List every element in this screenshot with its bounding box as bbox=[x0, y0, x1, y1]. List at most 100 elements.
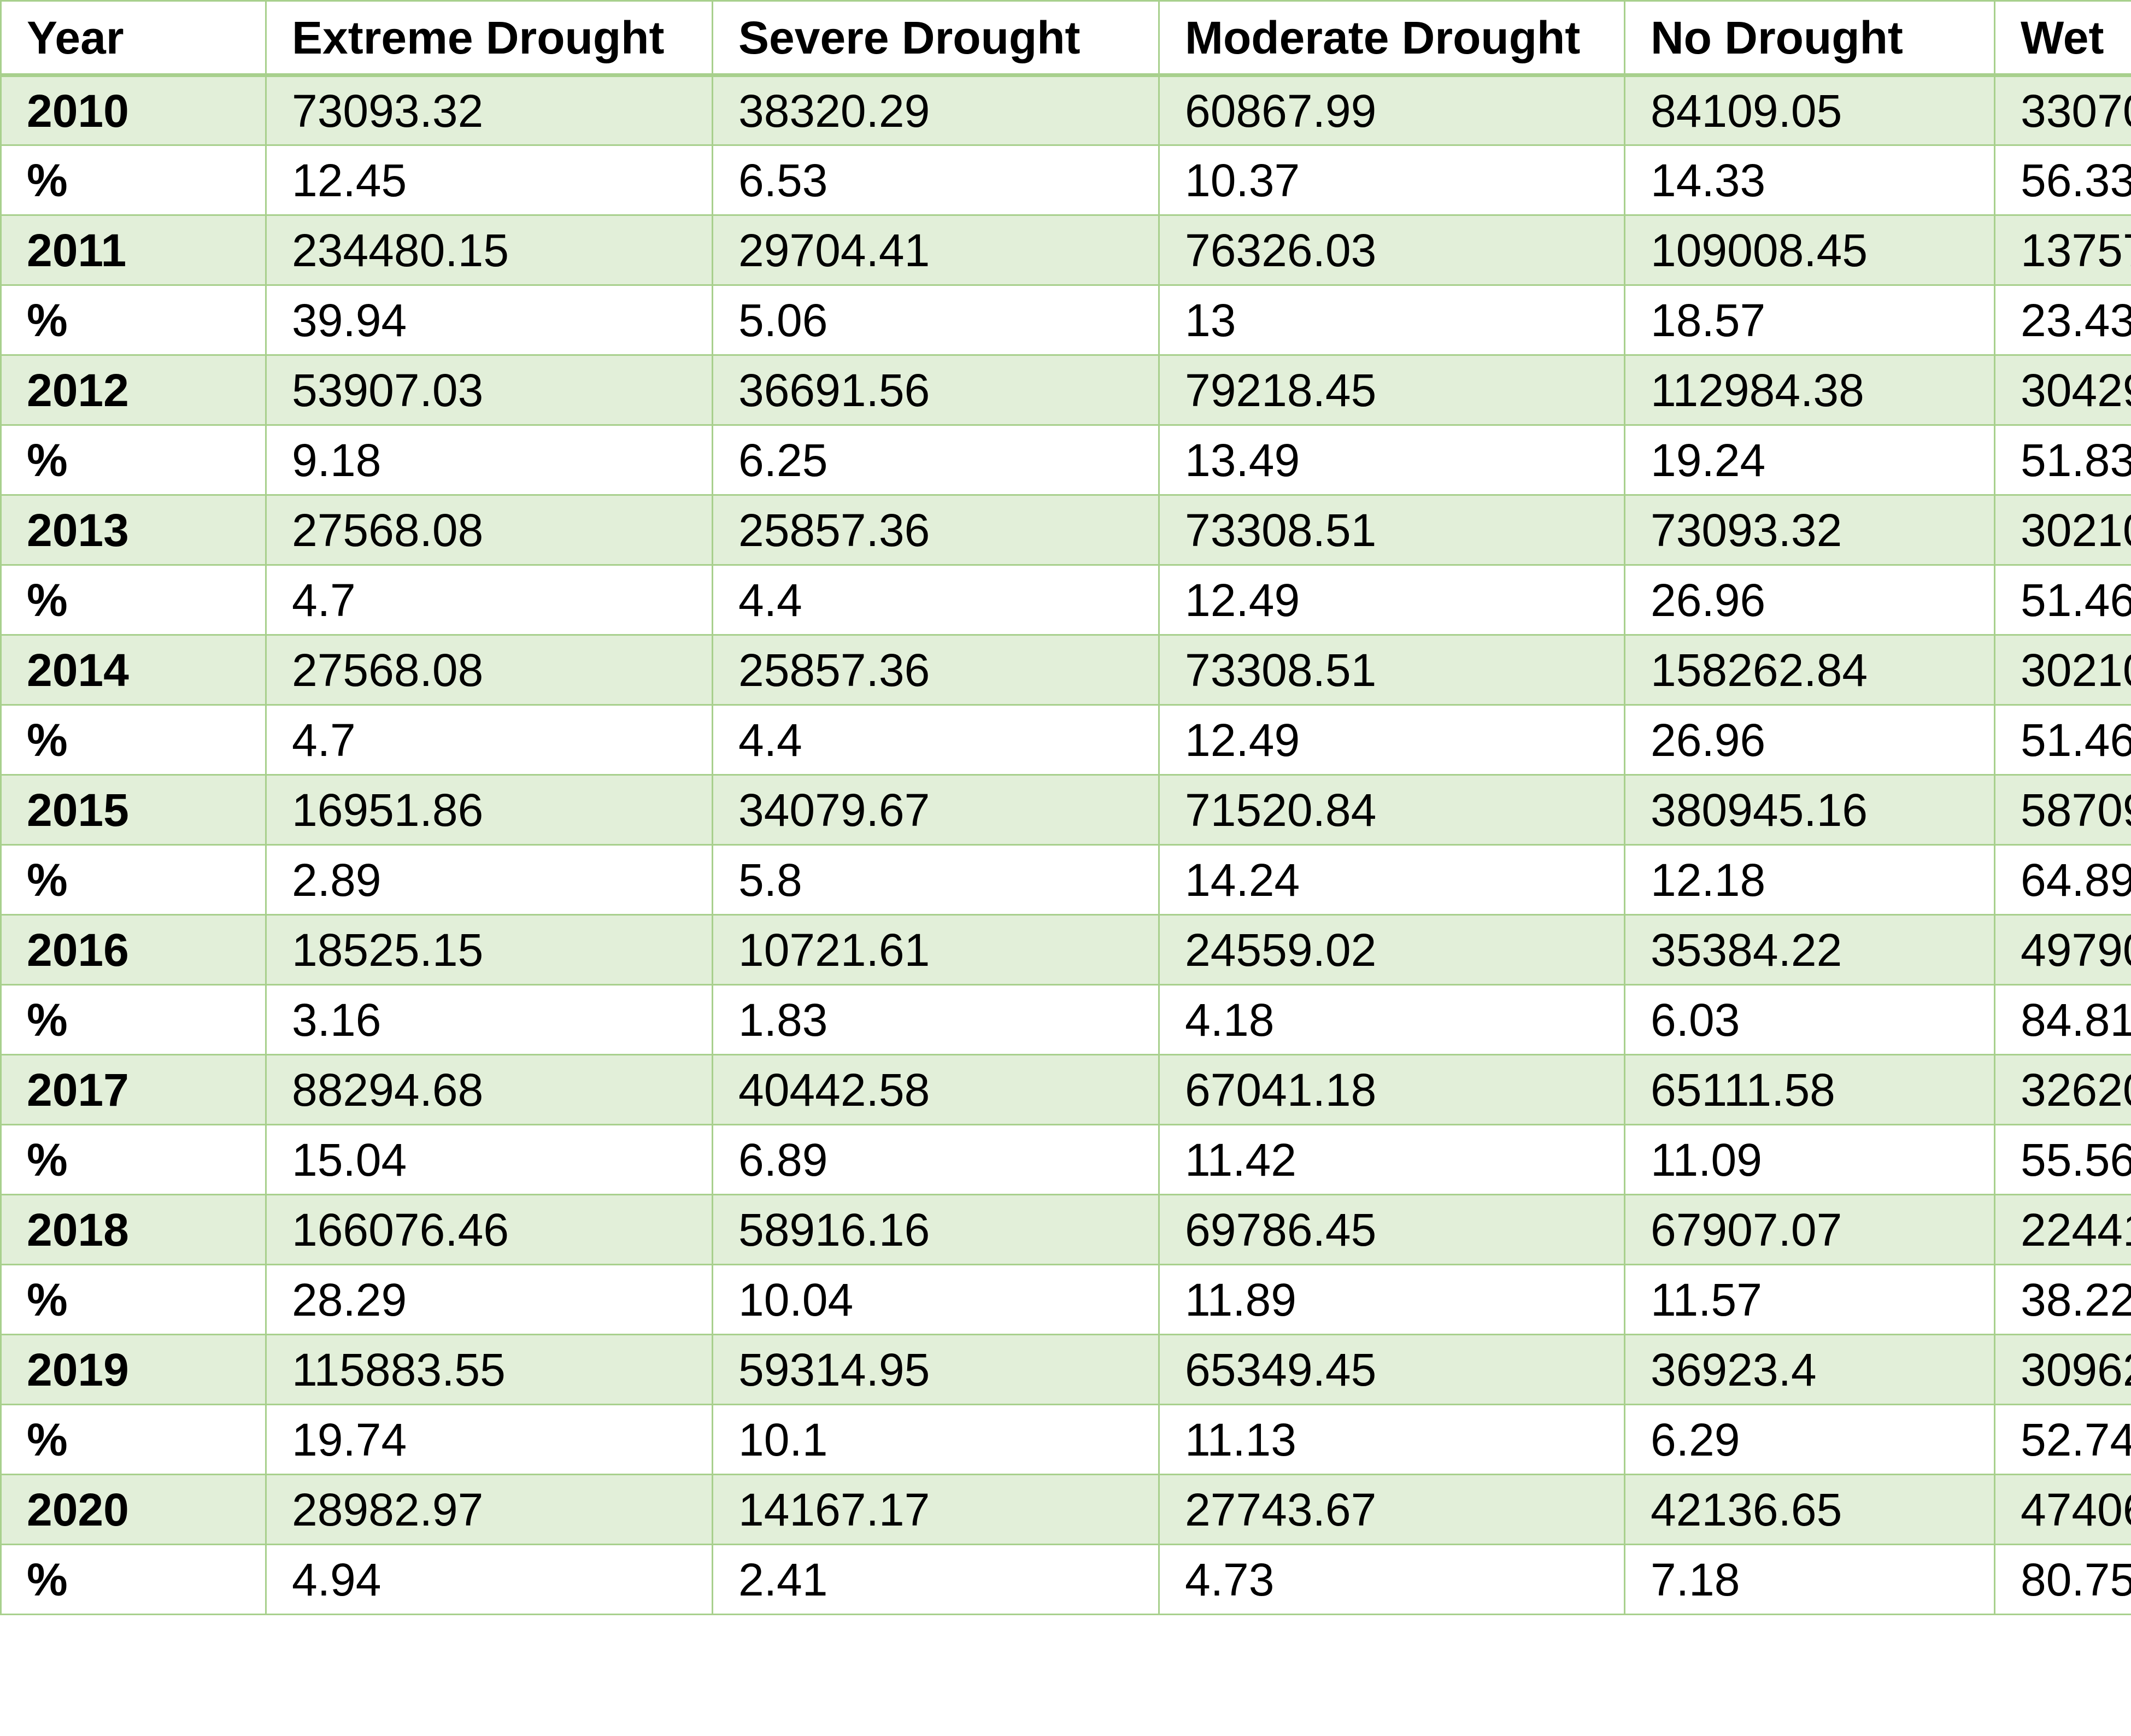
cell-no-drought: 109008.45 bbox=[1624, 214, 1995, 286]
cell-year: % bbox=[0, 1544, 267, 1615]
cell-year: 2011 bbox=[0, 214, 267, 286]
cell-wet: 55.56 bbox=[1994, 1124, 2131, 1195]
cell-moderate-drought: 60867.99 bbox=[1158, 74, 1625, 146]
cell-extreme-drought: 39.94 bbox=[265, 284, 713, 356]
cell-wet: 30962 bbox=[1994, 1334, 2131, 1405]
cell-wet: 64.89 bbox=[1994, 844, 2131, 916]
table-row-percent: % 39.94 5.06 13 18.57 23.43 bbox=[0, 284, 2131, 356]
cell-year: 2016 bbox=[0, 914, 267, 986]
cell-wet: 51.83 bbox=[1994, 424, 2131, 496]
cell-moderate-drought: 11.42 bbox=[1158, 1124, 1625, 1195]
cell-extreme-drought: 4.7 bbox=[265, 564, 713, 636]
cell-no-drought: 26.96 bbox=[1624, 564, 1995, 636]
table-row-area: 2014 27568.08 25857.36 73308.51 158262.84 302… bbox=[0, 634, 2131, 706]
cell-year: % bbox=[0, 144, 267, 216]
cell-wet: 51.46 bbox=[1994, 564, 2131, 636]
drought-table-container: Year Extreme Drought Severe Drought Mode… bbox=[0, 0, 2131, 1632]
table-row-area: 2018 166076.46 58916.16 69786.45 67907.07 224… bbox=[0, 1194, 2131, 1265]
table-row-area: 2016 18525.15 10721.61 24559.02 35384.22 4979… bbox=[0, 914, 2131, 986]
cell-moderate-drought: 69786.45 bbox=[1158, 1194, 1625, 1265]
cell-extreme-drought: 53907.03 bbox=[265, 354, 713, 426]
header-moderate-drought: Moderate Drought bbox=[1158, 0, 1625, 77]
cell-no-drought: 6.03 bbox=[1624, 984, 1995, 1055]
cell-severe-drought: 34079.67 bbox=[712, 774, 1160, 846]
cell-wet: 13757 bbox=[1994, 214, 2131, 286]
table-row-percent: % 4.7 4.4 12.49 26.96 51.46 bbox=[0, 704, 2131, 776]
cell-extreme-drought: 166076.46 bbox=[265, 1194, 713, 1265]
cell-moderate-drought: 27743.67 bbox=[1158, 1474, 1625, 1545]
cell-year: % bbox=[0, 704, 267, 776]
cell-moderate-drought: 73308.51 bbox=[1158, 634, 1625, 706]
cell-no-drought: 6.29 bbox=[1624, 1404, 1995, 1475]
header-wet: Wet bbox=[1994, 0, 2131, 77]
cell-no-drought: 18.57 bbox=[1624, 284, 1995, 356]
table-header-row: Year Extreme Drought Severe Drought Mode… bbox=[0, 0, 2131, 77]
cell-moderate-drought: 11.13 bbox=[1158, 1404, 1625, 1475]
cell-no-drought: 84109.05 bbox=[1624, 74, 1995, 146]
cell-no-drought: 67907.07 bbox=[1624, 1194, 1995, 1265]
cell-severe-drought: 40442.58 bbox=[712, 1054, 1160, 1125]
cell-severe-drought: 25857.36 bbox=[712, 494, 1160, 566]
table-row-percent: % 4.94 2.41 4.73 7.18 80.75 bbox=[0, 1544, 2131, 1615]
cell-severe-drought: 29704.41 bbox=[712, 214, 1160, 286]
table-row-percent: % 28.29 10.04 11.89 11.57 38.22 bbox=[0, 1264, 2131, 1335]
cell-wet: 51.46 bbox=[1994, 704, 2131, 776]
cell-wet: 30429 bbox=[1994, 354, 2131, 426]
cell-moderate-drought: 10.37 bbox=[1158, 144, 1625, 216]
cell-wet: 47406 bbox=[1994, 1474, 2131, 1545]
cell-year: 2018 bbox=[0, 1194, 267, 1265]
cell-year: % bbox=[0, 1404, 267, 1475]
cell-extreme-drought: 3.16 bbox=[265, 984, 713, 1055]
table-row-percent: % 2.89 5.8 14.24 12.18 64.89 bbox=[0, 844, 2131, 916]
cell-moderate-drought: 11.89 bbox=[1158, 1264, 1625, 1335]
cell-severe-drought: 1.83 bbox=[712, 984, 1160, 1055]
cell-wet: 38.22 bbox=[1994, 1264, 2131, 1335]
cell-wet: 49790 bbox=[1994, 914, 2131, 986]
cell-extreme-drought: 115883.55 bbox=[265, 1334, 713, 1405]
table-row-area: 2010 73093.32 38320.29 60867.99 84109.05 3307… bbox=[0, 74, 2131, 146]
table-row-percent: % 19.74 10.1 11.13 6.29 52.74 bbox=[0, 1404, 2131, 1475]
cell-moderate-drought: 4.18 bbox=[1158, 984, 1625, 1055]
cell-severe-drought: 10.04 bbox=[712, 1264, 1160, 1335]
cell-moderate-drought: 13 bbox=[1158, 284, 1625, 356]
cell-extreme-drought: 15.04 bbox=[265, 1124, 713, 1195]
cell-severe-drought: 38320.29 bbox=[712, 74, 1160, 146]
table-row-area: 2011 234480.15 29704.41 76326.03 109008.45 13… bbox=[0, 214, 2131, 286]
cell-extreme-drought: 88294.68 bbox=[265, 1054, 713, 1125]
cell-moderate-drought: 14.24 bbox=[1158, 844, 1625, 916]
cell-year: 2019 bbox=[0, 1334, 267, 1405]
cell-moderate-drought: 13.49 bbox=[1158, 424, 1625, 496]
header-no-drought: No Drought bbox=[1624, 0, 1995, 77]
cell-moderate-drought: 12.49 bbox=[1158, 704, 1625, 776]
cell-moderate-drought: 12.49 bbox=[1158, 564, 1625, 636]
cell-no-drought: 11.57 bbox=[1624, 1264, 1995, 1335]
cell-no-drought: 11.09 bbox=[1624, 1124, 1995, 1195]
cell-year: % bbox=[0, 984, 267, 1055]
cell-severe-drought: 14167.17 bbox=[712, 1474, 1160, 1545]
cell-severe-drought: 6.89 bbox=[712, 1124, 1160, 1195]
cell-no-drought: 73093.32 bbox=[1624, 494, 1995, 566]
cell-year: 2015 bbox=[0, 774, 267, 846]
cell-extreme-drought: 12.45 bbox=[265, 144, 713, 216]
cell-severe-drought: 4.4 bbox=[712, 704, 1160, 776]
cell-moderate-drought: 24559.02 bbox=[1158, 914, 1625, 986]
cell-severe-drought: 5.06 bbox=[712, 284, 1160, 356]
cell-wet: 52.74 bbox=[1994, 1404, 2131, 1475]
cell-wet: 22441 bbox=[1994, 1194, 2131, 1265]
cell-extreme-drought: 234480.15 bbox=[265, 214, 713, 286]
table-row-area: 2012 53907.03 36691.56 79218.45 112984.38 304… bbox=[0, 354, 2131, 426]
cell-year: % bbox=[0, 1124, 267, 1195]
cell-moderate-drought: 4.73 bbox=[1158, 1544, 1625, 1615]
cell-severe-drought: 10721.61 bbox=[712, 914, 1160, 986]
cell-no-drought: 35384.22 bbox=[1624, 914, 1995, 986]
cell-extreme-drought: 19.74 bbox=[265, 1404, 713, 1475]
cell-extreme-drought: 16951.86 bbox=[265, 774, 713, 846]
cell-extreme-drought: 18525.15 bbox=[265, 914, 713, 986]
cell-moderate-drought: 67041.18 bbox=[1158, 1054, 1625, 1125]
cell-wet: 80.75 bbox=[1994, 1544, 2131, 1615]
cell-no-drought: 14.33 bbox=[1624, 144, 1995, 216]
table-row-area: 2019 115883.55 59314.95 65349.45 36923.4 3096… bbox=[0, 1334, 2131, 1405]
cell-no-drought: 112984.38 bbox=[1624, 354, 1995, 426]
cell-severe-drought: 36691.56 bbox=[712, 354, 1160, 426]
cell-extreme-drought: 73093.32 bbox=[265, 74, 713, 146]
